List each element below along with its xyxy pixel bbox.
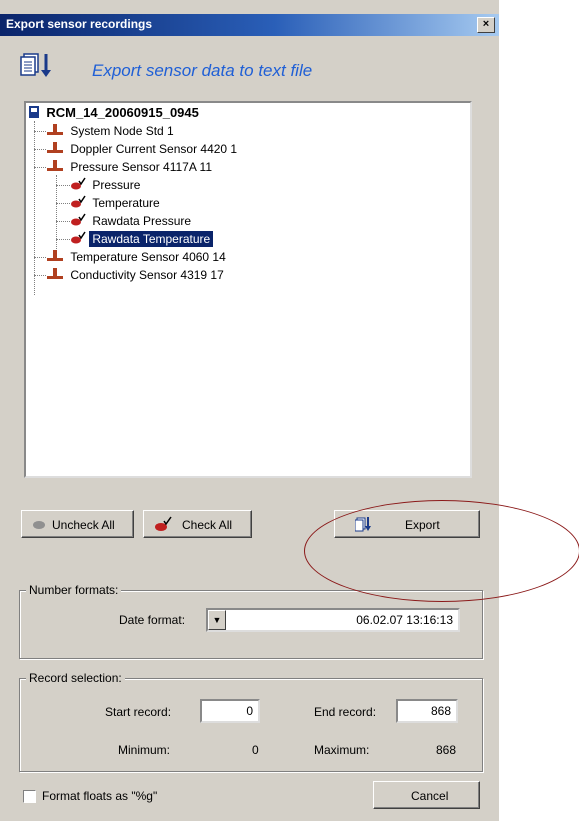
sensor-icon [47,160,63,171]
tree-item-label: Rawdata Pressure [92,214,192,228]
uncheck-all-label: Uncheck All [52,518,115,532]
checked-channel-icon [71,213,86,226]
record-selection-legend: Record selection: [26,671,125,685]
uncheck-all-button[interactable]: Uncheck All [21,510,134,538]
minimum-label: Minimum: [118,743,171,757]
tree-item-doppler-sensor[interactable]: Doppler Current Sensor 4420 1 [46,140,240,158]
number-formats-legend: Number formats: [26,583,122,597]
end-record-field[interactable]: 868 [396,699,458,723]
export-dialog: Export sensor recordings × Export sensor… [0,0,499,821]
end-record-label: End record: [314,705,377,719]
record-selection-group: Record selection: Start record: 0 End re… [19,671,483,772]
cancel-button[interactable]: Cancel [373,781,480,809]
tree-item-conductivity-sensor[interactable]: Conductivity Sensor 4319 17 [46,266,227,284]
window-title: Export sensor recordings [6,17,153,31]
date-format-select[interactable]: ▼ 06.02.07 13:16:13 [206,608,460,632]
tree-item-label: Temperature Sensor 4060 14 [70,250,226,264]
tree-item-rawdata-temperature[interactable]: Rawdata Temperature [70,230,215,248]
sensor-icon [47,124,63,135]
tree-connector [56,239,70,240]
tree-item-label: Doppler Current Sensor 4420 1 [70,142,238,156]
header-title: Export sensor data to text file [92,61,313,80]
maximum-value: 868 [436,743,457,757]
date-format-label: Date format: [119,613,186,627]
tree-item-label: Temperature [92,196,160,210]
tree-connector [34,149,46,150]
start-record-label: Start record: [105,705,172,719]
tree-root[interactable]: RCM_14_20060915_0945 [28,104,202,122]
export-document-icon [20,53,51,77]
cancel-label: Cancel [411,789,449,803]
tree-connector [56,175,57,259]
checked-channel-icon [155,516,172,531]
unchecked-channel-icon [33,521,45,529]
check-all-label: Check All [182,518,233,532]
tree-connector [34,257,46,258]
tree-item-label: Rawdata Temperature [88,230,215,248]
tree-connector [34,131,46,132]
tree-root-label: RCM_14_20060915_0945 [46,105,199,120]
annotation-highlight-ellipse [304,500,579,602]
checked-channel-icon [71,177,86,190]
tree-item-pressure-sensor[interactable]: Pressure Sensor 4117A 11 [46,158,215,176]
tree-item-temperature-sensor[interactable]: Temperature Sensor 4060 14 [46,248,229,266]
sensor-icon [47,268,63,279]
tree-connector [56,203,70,204]
sensor-tree[interactable]: RCM_14_20060915_0945 System Node Std 1 D… [24,101,472,478]
tree-item-rawdata-pressure[interactable]: Rawdata Pressure [70,212,194,230]
date-format-value: 06.02.07 13:16:13 [356,613,453,627]
checked-channel-icon [71,231,86,244]
dropdown-arrow-icon[interactable]: ▼ [208,610,226,630]
maximum-label: Maximum: [314,743,370,757]
check-all-button[interactable]: Check All [143,510,252,538]
close-button[interactable]: × [477,17,495,33]
tree-item-pressure[interactable]: Pressure [70,176,143,194]
tree-item-label: Pressure Sensor 4117A 11 [70,160,212,174]
title-bar[interactable]: Export sensor recordings × [0,14,499,36]
minimum-value: 0 [252,743,259,757]
tree-item-label: System Node Std 1 [70,124,174,138]
format-floats-checkbox[interactable] [23,790,36,803]
start-record-field[interactable]: 0 [200,699,260,723]
checked-channel-icon [71,195,86,208]
tree-connector [34,275,46,276]
tree-connector [34,121,35,295]
tree-connector [56,185,70,186]
tree-connector [56,221,70,222]
tree-connector [34,167,46,168]
recording-file-icon [29,106,39,118]
tree-item-system-node[interactable]: System Node Std 1 [46,122,177,140]
format-floats-label: Format floats as "%g" [42,789,158,803]
tree-item-label: Conductivity Sensor 4319 17 [70,268,224,282]
sensor-icon [47,142,63,153]
tree-item-label: Pressure [92,178,141,192]
tree-item-temperature[interactable]: Temperature [70,194,163,212]
sensor-icon [47,250,63,261]
